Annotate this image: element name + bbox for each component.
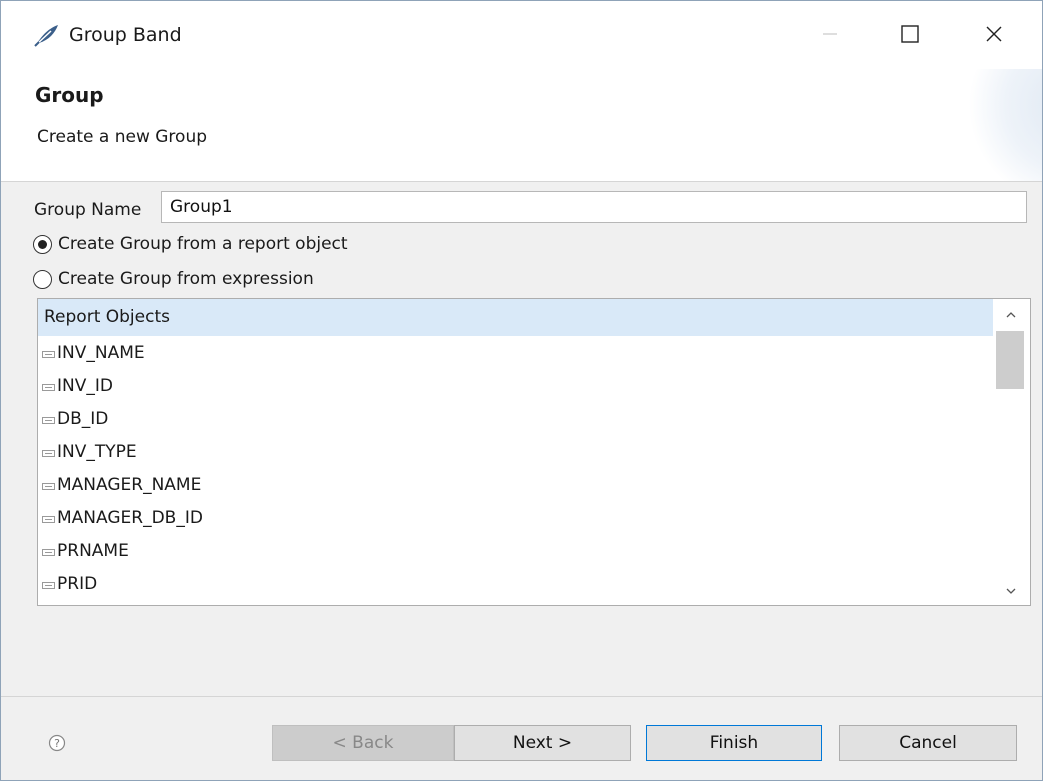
- list-item-label: MANAGER_NAME: [57, 475, 202, 495]
- field-icon: [42, 581, 55, 589]
- radio-button-unselected[interactable]: [33, 269, 52, 289]
- wizard-content: Group Name Create Group from a report ob…: [1, 182, 1042, 697]
- page-description: Create a new Group: [37, 127, 208, 147]
- list-item[interactable]: MANAGER_NAME: [42, 469, 201, 501]
- vertical-scrollbar[interactable]: [993, 299, 1028, 605]
- field-icon: [42, 548, 55, 556]
- radio-dot: [38, 239, 47, 249]
- radio-report-object[interactable]: Create Group from a report object: [33, 234, 348, 254]
- list-item-label: INV_ID: [57, 376, 113, 396]
- feather-icon: [34, 25, 58, 47]
- scroll-down-button[interactable]: [993, 577, 1028, 605]
- group-band-dialog: Group Band Group Create a new Group Grou…: [0, 0, 1043, 781]
- window-title: Group Band: [69, 24, 182, 46]
- radio-button-selected[interactable]: [33, 234, 52, 254]
- banner-decoration: [952, 69, 1042, 181]
- list-item-label: DB_ID: [57, 409, 109, 429]
- minimize-button[interactable]: [807, 11, 853, 57]
- field-icon: [42, 449, 55, 457]
- page-title: Group: [35, 83, 104, 107]
- field-icon: [42, 416, 55, 424]
- scroll-thumb[interactable]: [996, 331, 1024, 389]
- list-item[interactable]: INV_TYPE: [42, 436, 137, 468]
- list-header: Report Objects: [38, 299, 993, 336]
- maximize-button[interactable]: [887, 11, 933, 57]
- close-button[interactable]: [971, 11, 1017, 57]
- next-button[interactable]: Next >: [454, 725, 631, 761]
- radio-expression[interactable]: Create Group from expression: [33, 269, 314, 289]
- list-item-label: MANAGER_DB_ID: [57, 508, 203, 528]
- field-icon: [42, 515, 55, 523]
- close-icon: [986, 26, 1002, 42]
- list-item-label: INV_TYPE: [57, 442, 137, 462]
- chevron-down-icon: [1006, 588, 1015, 594]
- title-bar: Group Band: [1, 1, 1042, 69]
- radio-report-object-label: Create Group from a report object: [58, 234, 348, 254]
- list-item-label: PRID: [57, 574, 98, 594]
- field-icon: [42, 350, 55, 358]
- list-item-label: INV_NAME: [57, 343, 145, 363]
- svg-text:?: ?: [54, 737, 60, 750]
- footer-divider: [1, 696, 1042, 697]
- finish-button[interactable]: Finish: [646, 725, 822, 761]
- minimize-icon: [823, 33, 837, 35]
- wizard-banner: Group Create a new Group: [1, 69, 1042, 182]
- report-objects-list[interactable]: Report Objects INV_NAME INV_ID DB_ID INV…: [37, 298, 1031, 606]
- group-name-label: Group Name: [34, 200, 142, 220]
- list-item[interactable]: PRID: [42, 568, 97, 600]
- maximize-icon: [901, 25, 919, 43]
- list-item-label: PRNAME: [57, 541, 129, 561]
- cancel-button[interactable]: Cancel: [839, 725, 1017, 761]
- field-icon: [42, 482, 55, 490]
- list-item[interactable]: MANAGER_DB_ID: [42, 502, 203, 534]
- help-icon[interactable]: ?: [48, 734, 66, 752]
- list-item[interactable]: INV_ID: [42, 370, 113, 402]
- list-item[interactable]: INV_NAME: [42, 337, 145, 369]
- radio-expression-label: Create Group from expression: [58, 269, 314, 289]
- list-item[interactable]: PRNAME: [42, 535, 129, 567]
- group-name-input[interactable]: [161, 191, 1027, 223]
- scroll-up-button[interactable]: [993, 301, 1028, 329]
- back-button[interactable]: < Back: [272, 725, 454, 761]
- list-item[interactable]: DB_ID: [42, 403, 108, 435]
- field-icon: [42, 383, 55, 391]
- chevron-up-icon: [1006, 312, 1015, 318]
